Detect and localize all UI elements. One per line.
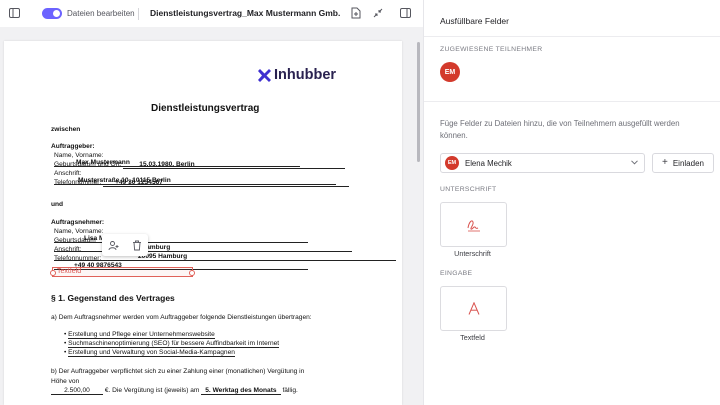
placed-textfield[interactable]: Textfeld	[50, 267, 195, 277]
signature-heading: UNTERSCHRIFT	[440, 186, 497, 193]
avatar[interactable]: EM	[440, 62, 460, 82]
toolbar-divider	[138, 8, 139, 20]
textfield-tile-label: Textfeld	[460, 333, 485, 342]
document-title: Dienstleistungsvertrag_Max Mustermann Gm…	[150, 8, 340, 18]
list-item: • Erstellung und Pflege einer Unternehme…	[64, 331, 215, 339]
contractor-row-label: Geburtsdatum	[54, 237, 96, 244]
signature-tile-label: Unterschrift	[454, 249, 491, 258]
paragraph-b-line3: 2.500,00 €. Die Vergütung ist (jeweils) …	[51, 387, 298, 395]
placed-textfield-label: Textfeld	[57, 268, 82, 275]
assigned-participants-heading: ZUGEWIESENE TEILNEHMER	[440, 46, 543, 53]
edit-files-toggle[interactable]	[42, 8, 62, 19]
client-row-label: Name, Vorname:	[54, 152, 104, 159]
text-a-icon	[468, 302, 480, 315]
collapse-icon[interactable]	[370, 5, 386, 21]
contractor-row-label: Anschrift:	[54, 246, 82, 253]
document-canvas: Inhubber Dienstleistungsvertrag zwischen…	[0, 27, 423, 405]
due-value: 5. Werktag des Monats	[201, 387, 281, 395]
input-heading: EINGABE	[440, 270, 473, 277]
field-toolbar	[102, 234, 148, 256]
doc-title: Dienstleistungsvertrag	[151, 103, 260, 114]
signature-field-tile[interactable]	[440, 202, 507, 247]
participant-name: Elena Mechik	[465, 158, 512, 168]
paragraph-b-text: €. Die Vergütung ist (jeweils) am	[104, 387, 200, 394]
list-item-text: Erstellung und Verwaltung von Social-Med…	[68, 349, 235, 357]
amount-value: 2.500,00	[51, 387, 103, 395]
list-item: • Suchmaschinenoptimierung (SEO) für bes…	[64, 340, 280, 348]
client-row: Geburtsdatum und Ort: 15.03.1980, Berlin	[54, 161, 351, 169]
add-file-icon[interactable]	[348, 5, 364, 21]
contractor-row-label: Telefonnummer:	[54, 255, 102, 262]
client-row-value: 15.03.1980, Berlin	[139, 161, 195, 168]
list-item-text: Suchmaschinenoptimierung (SEO) für besse…	[68, 340, 280, 348]
document-scrollbar[interactable]	[417, 42, 420, 162]
client-row-value: +49 30 1234567	[115, 179, 163, 186]
logo-text: Inhubber	[274, 67, 337, 83]
signature-icon	[466, 218, 482, 232]
panel-hint: Füge Felder zu Dateien hinzu, die von Te…	[440, 119, 680, 140]
invite-label: Einladen	[672, 158, 704, 168]
textfield-field-tile[interactable]	[440, 286, 507, 331]
client-row-value-line: 15.03.1980, Berlin	[123, 161, 346, 169]
contractor-row-label: Name, Vorname:	[54, 228, 104, 235]
participant-avatar: EM	[445, 156, 459, 170]
resize-handle-right[interactable]	[189, 270, 195, 276]
delete-field-icon[interactable]	[132, 240, 142, 251]
list-item: • Erstellung und Verwaltung von Social-M…	[64, 349, 235, 357]
client-row-label: Geburtsdatum und Ort:	[54, 161, 122, 168]
paragraph-b-end: fällig.	[282, 387, 298, 394]
client-row: Telefonnummer: +49 30 1234567	[54, 179, 351, 187]
client-row-label: Telefonnummer:	[54, 179, 102, 186]
panel-divider	[424, 36, 720, 37]
resize-handle-left[interactable]	[50, 270, 56, 276]
assign-participant-icon[interactable]	[108, 240, 119, 251]
panel-title: Ausfüllbare Felder	[440, 16, 509, 26]
paragraph-b-line1: b) Der Auftraggeber verpflichtet sich zu…	[51, 368, 305, 375]
chevron-down-icon	[631, 160, 638, 165]
edit-files-label: Dateien bearbeiten	[67, 9, 135, 18]
client-heading: Auftraggeber:	[51, 143, 95, 150]
doc-between: zwischen	[51, 126, 81, 133]
doc-and: und	[51, 201, 64, 208]
inhubber-logo: Inhubber	[257, 67, 336, 83]
client-row-value-line: +49 30 1234567	[103, 179, 350, 187]
panel-toggle-icon[interactable]	[397, 5, 413, 21]
list-item-text: Erstellung und Pflege einer Unternehmens…	[68, 331, 215, 339]
service-list: • Erstellung und Pflege einer Unternehme…	[64, 331, 280, 357]
client-row-label: Anschrift:	[54, 170, 82, 177]
participant-select[interactable]: EM Elena Mechik	[440, 153, 645, 173]
invite-button[interactable]: + Einladen	[652, 153, 714, 173]
inhubber-logo-icon	[258, 68, 271, 82]
plus-icon: +	[662, 157, 668, 168]
document-page: Inhubber Dienstleistungsvertrag zwischen…	[4, 41, 402, 405]
panel-divider	[424, 101, 720, 102]
section-heading: § 1. Gegenstand des Vertrages	[51, 293, 175, 303]
contractor-heading: Auftragsnehmer:	[51, 219, 105, 226]
toolbar: Dateien bearbeiten Dienstleistungsvertra…	[0, 0, 423, 27]
paragraph-a: a) Dem Auftragsnehmer werden vom Auftrag…	[51, 314, 312, 321]
fillable-fields-panel: Ausfüllbare Felder ZUGEWIESENE TEILNEHME…	[423, 0, 720, 405]
paragraph-b-line2: Höhe von	[51, 378, 80, 385]
